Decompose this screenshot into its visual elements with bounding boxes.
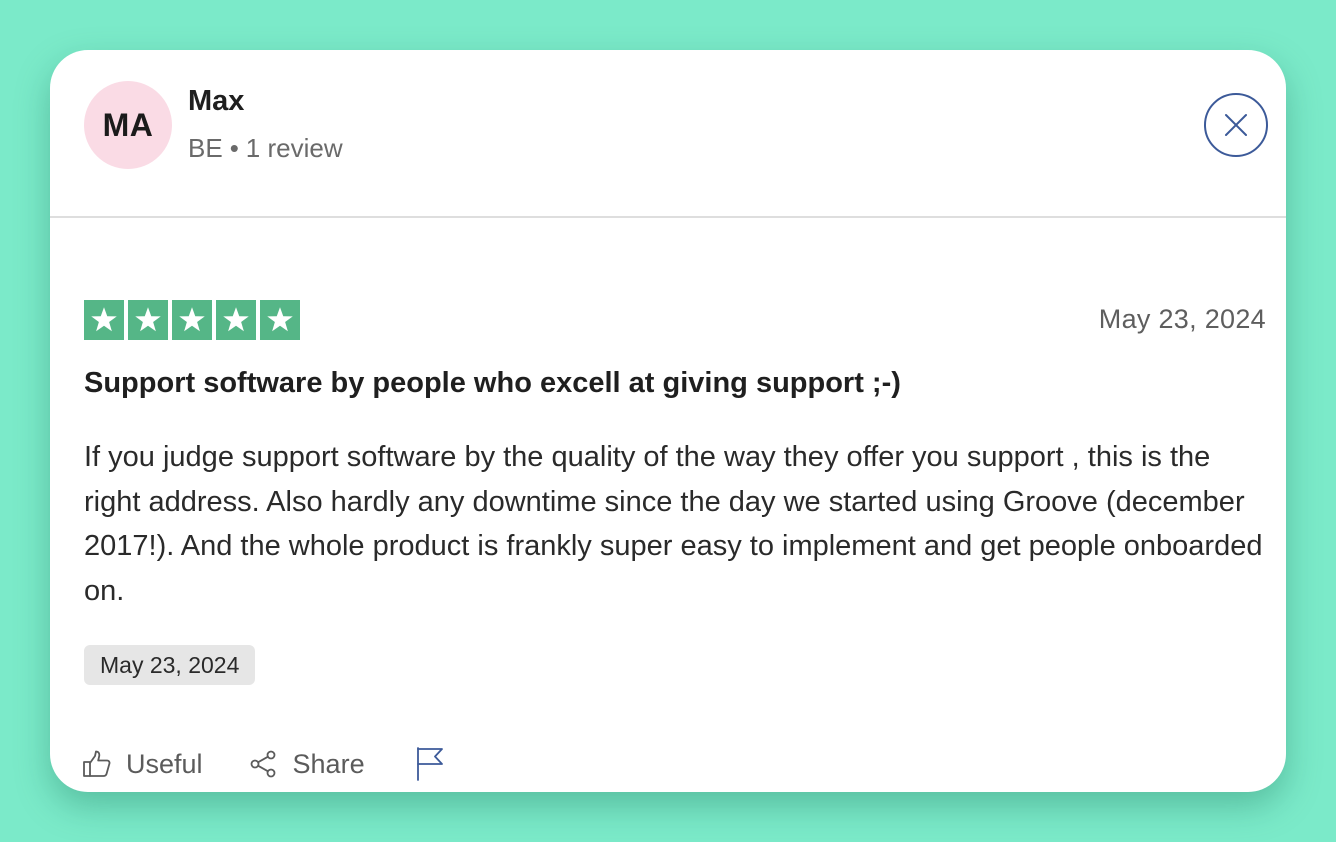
reviewer-country: BE — [188, 133, 223, 163]
share-button[interactable]: Share — [249, 744, 365, 784]
close-icon — [1225, 114, 1247, 136]
meta-separator: • — [229, 133, 239, 163]
flag-icon — [415, 746, 445, 782]
close-button[interactable] — [1204, 93, 1268, 157]
star-icon — [267, 307, 293, 332]
reviewer-name[interactable]: Max — [188, 83, 244, 119]
avatar-initials: MA — [102, 106, 154, 143]
review-actions: Useful Share — [82, 744, 445, 784]
avatar: MA — [84, 81, 172, 169]
report-button[interactable] — [415, 746, 445, 782]
header-divider — [50, 216, 1286, 218]
star-icon — [179, 307, 205, 332]
star-1 — [84, 300, 124, 340]
reviewer-header: MA Max BE • 1 review — [50, 50, 1286, 217]
share-label: Share — [292, 749, 365, 779]
reviewer-meta: BE • 1 review — [188, 131, 343, 165]
star-3 — [172, 300, 212, 340]
star-icon — [135, 307, 161, 332]
reviewer-review-count: 1 review — [245, 133, 343, 163]
star-icon — [91, 307, 117, 332]
review-body: If you judge support software by the qua… — [84, 441, 1263, 607]
thumbs-up-icon — [82, 749, 112, 779]
star-rating — [84, 300, 300, 340]
experience-date-badge: May 23, 2024 — [84, 645, 256, 685]
star-5 — [260, 300, 300, 340]
review-card: MA Max BE • 1 review May 23, 2024 Support — [50, 50, 1286, 792]
star-2 — [128, 300, 168, 340]
review-date: May 23, 2024 — [1098, 304, 1266, 334]
star-4 — [216, 300, 256, 340]
star-icon — [223, 307, 249, 332]
useful-button[interactable]: Useful — [82, 744, 203, 784]
share-icon — [249, 749, 279, 779]
review-title: Support software by people who excell at… — [84, 367, 901, 399]
useful-label: Useful — [126, 749, 203, 779]
